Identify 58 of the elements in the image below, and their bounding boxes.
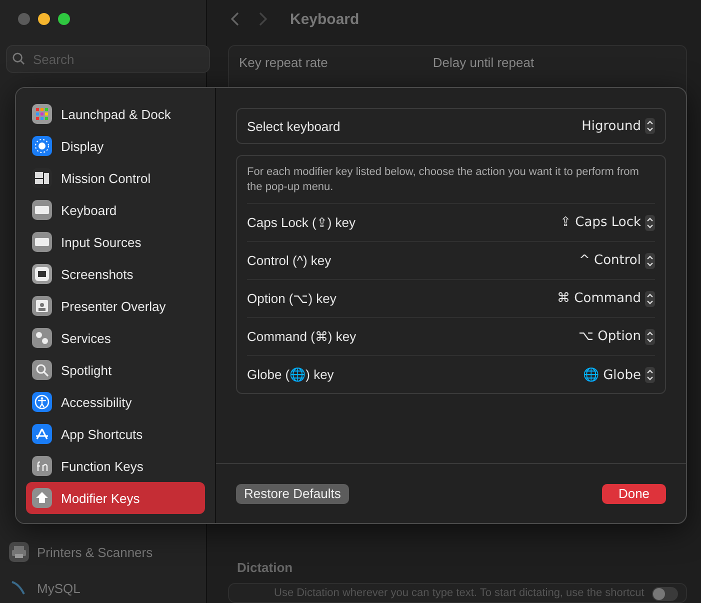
search-icon: [12, 52, 25, 65]
sun-icon: [32, 136, 52, 156]
gears-icon: [32, 328, 52, 348]
keyboard-icon: [32, 232, 52, 252]
chevron-icon: [645, 366, 655, 382]
sidebar-item[interactable]: Input Sources: [26, 226, 205, 258]
magnifier-icon: [32, 360, 52, 380]
sidebar-item[interactable]: Services: [26, 322, 205, 354]
keyboard-popup[interactable]: Higround: [582, 118, 655, 134]
chevron-icon: [645, 328, 655, 344]
section-heading: Dictation: [236, 560, 294, 577]
sidebar-item[interactable]: Presenter Overlay: [26, 290, 205, 322]
person-icon: [32, 296, 52, 316]
sidebar-item[interactable]: Accessibility: [26, 386, 205, 418]
sidebar-item[interactable]: Function Keys: [26, 450, 205, 482]
modifier-label: Option (⌥) key: [247, 291, 336, 306]
app-store-icon: [32, 424, 52, 444]
modifier-popup[interactable]: ⌘ Command: [557, 290, 655, 306]
sidebar-item[interactable]: Mission Control: [26, 162, 205, 194]
window-title: Keyboard: [290, 10, 360, 28]
modifier-popup[interactable]: ⇪ Caps Lock: [560, 214, 655, 230]
modifier-popup[interactable]: 🌐 Globe: [582, 366, 655, 382]
chevron-icon: [645, 252, 655, 268]
modifier-label: Globe (🌐) key: [247, 367, 334, 382]
modifier-label: Control (^) key: [247, 253, 332, 268]
modifier-popup[interactable]: ⌥ Option: [578, 328, 655, 344]
minimize-button[interactable]: [38, 13, 50, 25]
done-button[interactable]: Done: [602, 484, 666, 504]
zoom-button[interactable]: [58, 13, 70, 25]
sidebar-item[interactable]: App Shortcuts: [26, 418, 205, 450]
description-text: For each modifier key listed below, choose the action you want it to perform from the pop-up menu.: [247, 156, 655, 204]
arrow-up-icon: [32, 488, 52, 508]
slider-label: Delay until repeat: [432, 55, 534, 72]
sidebar-item[interactable]: Spotlight: [26, 354, 205, 386]
modifier-label: Command (⌘) key: [247, 329, 356, 344]
sidebar-item[interactable]: Display: [26, 130, 205, 162]
sidebar-item[interactable]: Modifier Keys: [26, 482, 205, 514]
toggle-switch[interactable]: [652, 587, 678, 601]
setting-label: Select keyboard: [247, 118, 340, 134]
fn-icon: [32, 456, 52, 476]
chevron-icon: [645, 118, 655, 134]
sidebar-item[interactable]: MySQL: [37, 580, 80, 596]
back-icon[interactable]: [230, 11, 240, 27]
chevron-icon: [645, 214, 655, 230]
accessibility-icon: [32, 392, 52, 412]
screenshot-icon: [32, 264, 52, 284]
modifier-popup[interactable]: ^ Control: [578, 252, 655, 268]
close-button[interactable]: [18, 13, 30, 25]
sidebar-item[interactable]: Screenshots: [26, 258, 205, 290]
grid-icon: [32, 104, 52, 124]
restore-defaults-button[interactable]: Restore Defaults: [236, 484, 349, 504]
keyboard-icon: [32, 200, 52, 220]
slider-label: Key repeat rate: [239, 55, 328, 72]
printer-icon: [9, 542, 29, 562]
sidebar-item[interactable]: Launchpad & Dock: [26, 98, 205, 130]
chevron-icon: [645, 290, 655, 306]
sidebar-item[interactable]: Keyboard: [26, 194, 205, 226]
modifier-label: Caps Lock (⇪) key: [247, 215, 356, 230]
